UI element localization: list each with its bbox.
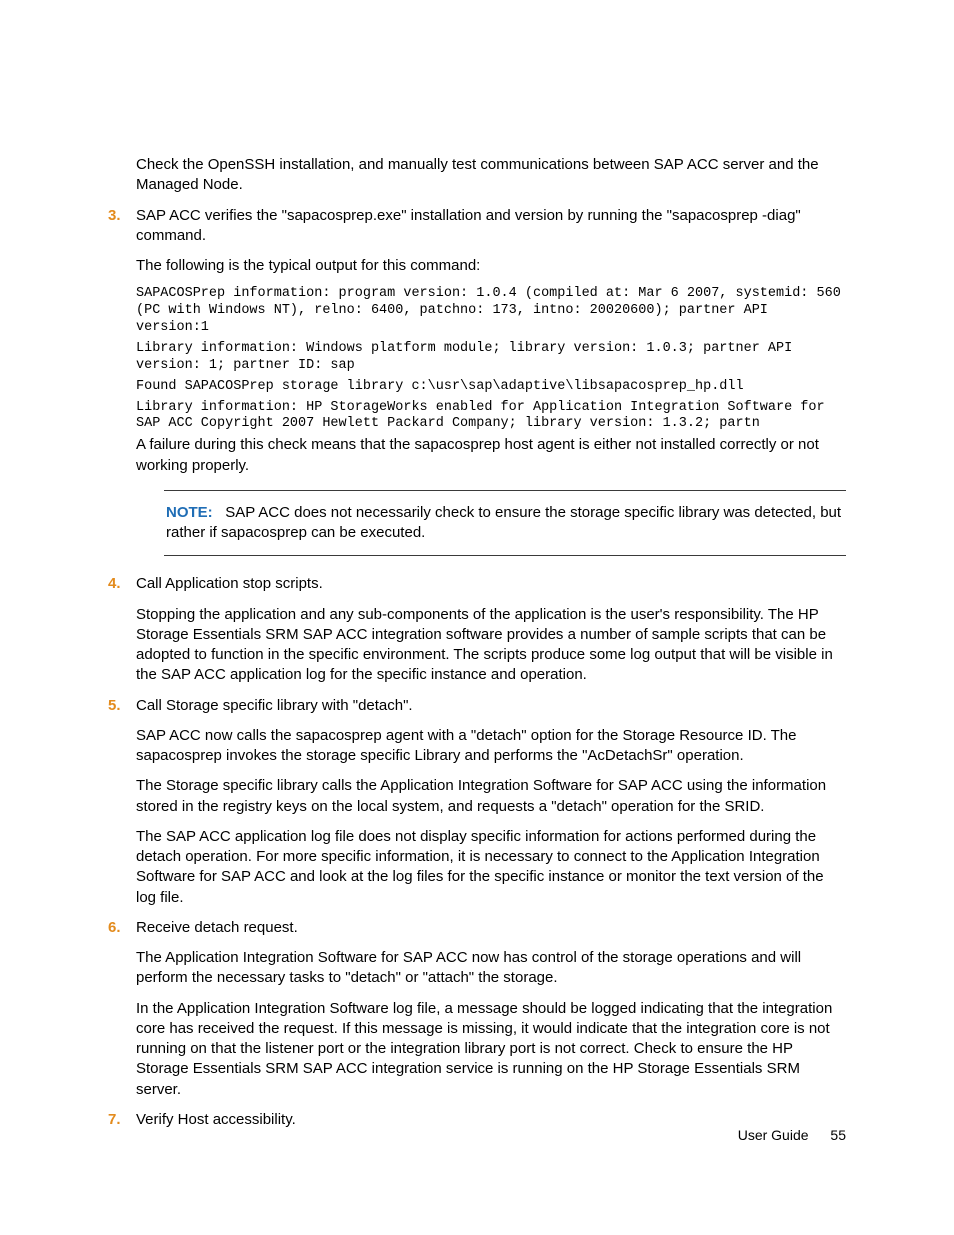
code-output: Library information: HP StorageWorks ena… <box>136 400 846 434</box>
body-text: Call Storage specific library with "deta… <box>136 696 846 716</box>
code-output: Library information: Windows platform mo… <box>136 341 846 375</box>
step-7: 7. Verify Host accessibility. <box>108 1110 846 1130</box>
code-output: Found SAPACOSPrep storage library c:\usr… <box>136 379 846 396</box>
body-text: A failure during this check means that t… <box>136 435 846 476</box>
step-marker: 7. <box>108 1110 121 1130</box>
note-label: NOTE: <box>166 504 213 521</box>
body-text: Receive detach request. <box>136 918 846 938</box>
page-container: Check the OpenSSH installation, and manu… <box>0 0 954 1235</box>
step-5: 5. Call Storage specific library with "d… <box>108 696 846 908</box>
note-body-text: SAP ACC does not necessarily check to en… <box>166 504 841 541</box>
step-3: 3. SAP ACC verifies the "sapacosprep.exe… <box>108 206 846 557</box>
page-footer: User Guide 55 <box>738 1126 846 1145</box>
body-text: SAP ACC now calls the sapacosprep agent … <box>136 726 846 767</box>
body-text: The SAP ACC application log file does no… <box>136 827 846 908</box>
step-marker: 3. <box>108 206 121 226</box>
step-marker: 6. <box>108 918 121 938</box>
footer-page-number: 55 <box>830 1127 846 1143</box>
note-box: NOTE: SAP ACC does not necessarily check… <box>164 490 846 557</box>
body-text: The Storage specific library calls the A… <box>136 776 846 817</box>
step-marker: 5. <box>108 696 121 716</box>
body-text: SAP ACC verifies the "sapacosprep.exe" i… <box>136 206 846 247</box>
ordered-steps: 3. SAP ACC verifies the "sapacosprep.exe… <box>108 206 846 1131</box>
note-body <box>217 504 225 521</box>
footer-title: User Guide <box>738 1127 809 1143</box>
step-4: 4. Call Application stop scripts. Stoppi… <box>108 574 846 685</box>
body-text: Stopping the application and any sub-com… <box>136 605 846 686</box>
body-text: The Application Integration Software for… <box>136 948 846 989</box>
step-marker: 4. <box>108 574 121 594</box>
body-text: Call Application stop scripts. <box>136 574 846 594</box>
step-6: 6. Receive detach request. The Applicati… <box>108 918 846 1100</box>
intro-paragraph: Check the OpenSSH installation, and manu… <box>136 155 846 196</box>
code-output: SAPACOSPrep information: program version… <box>136 286 846 337</box>
body-text: In the Application Integration Software … <box>136 999 846 1100</box>
body-text: The following is the typical output for … <box>136 256 846 276</box>
